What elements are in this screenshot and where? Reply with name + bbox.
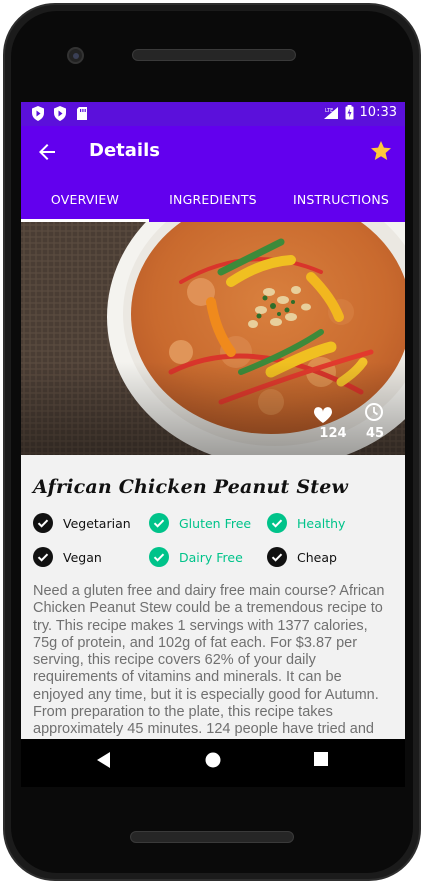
svg-text:LTE: LTE: [325, 108, 333, 114]
tag-label: Healthy: [297, 515, 346, 531]
nav-back-icon[interactable]: [97, 752, 111, 768]
tab-bar: OVERVIEW INGREDIENTS INSTRUCTIONS: [21, 178, 405, 222]
favorite-star-icon[interactable]: [369, 139, 393, 163]
notification-icons: [31, 106, 89, 121]
bottom-speaker-grille: [130, 831, 294, 843]
front-camera: [67, 47, 84, 64]
recipe-summary: Need a gluten free and dairy free main c…: [33, 583, 385, 738]
check-circle-icon: [33, 513, 53, 533]
overview-content: African Chicken Peanut Stew Vegetarian G…: [21, 455, 405, 739]
check-circle-icon: [267, 547, 287, 567]
check-circle-icon: [149, 513, 169, 533]
app-screen: LTE 10:33 Details OVERVIEW INGREDIENTS I…: [21, 102, 405, 739]
back-arrow-icon[interactable]: [35, 140, 59, 164]
tag-label: Vegetarian: [63, 515, 131, 531]
tag-dairy-free: Dairy Free: [149, 547, 243, 567]
status-time: 10:33: [359, 105, 397, 120]
signal-icon: LTE: [323, 106, 338, 119]
tag-vegetarian: Vegetarian: [33, 513, 131, 533]
stew-bowl-photo: [21, 222, 405, 455]
play-protect-icon-2: [54, 106, 66, 121]
recipe-title: African Chicken Peanut Stew: [33, 476, 349, 498]
check-circle-icon: [149, 547, 169, 567]
tag-healthy: Healthy: [267, 513, 345, 533]
likes-count: 124: [319, 426, 347, 441]
tag-label: Vegan: [63, 549, 102, 565]
tag-label: Cheap: [297, 549, 337, 565]
top-speaker-grille: [132, 49, 296, 61]
tab-overview[interactable]: OVERVIEW: [21, 178, 149, 222]
app-bar: Details: [21, 126, 405, 178]
tag-cheap: Cheap: [267, 547, 337, 567]
battery-icon: [345, 105, 354, 120]
status-bar: LTE 10:33: [21, 102, 405, 126]
nav-home-icon[interactable]: [205, 752, 221, 768]
tab-ingredients[interactable]: INGREDIENTS: [149, 178, 277, 222]
page-title: Details: [89, 140, 160, 161]
sd-card-icon: [77, 107, 87, 120]
system-nav-bar: [21, 739, 405, 787]
check-circle-icon: [267, 513, 287, 533]
recipe-image: 124 45: [21, 222, 405, 455]
system-status: LTE 10:33: [323, 105, 397, 120]
tag-vegan: Vegan: [33, 547, 102, 567]
nav-recents-icon[interactable]: [314, 752, 328, 766]
tag-gluten-free: Gluten Free: [149, 513, 251, 533]
play-protect-icon: [32, 106, 44, 121]
tag-label: Gluten Free: [179, 515, 252, 531]
tag-label: Dairy Free: [179, 549, 243, 565]
tab-instructions[interactable]: INSTRUCTIONS: [277, 178, 405, 222]
check-circle-icon: [33, 547, 53, 567]
ready-minutes: 45: [365, 426, 385, 441]
